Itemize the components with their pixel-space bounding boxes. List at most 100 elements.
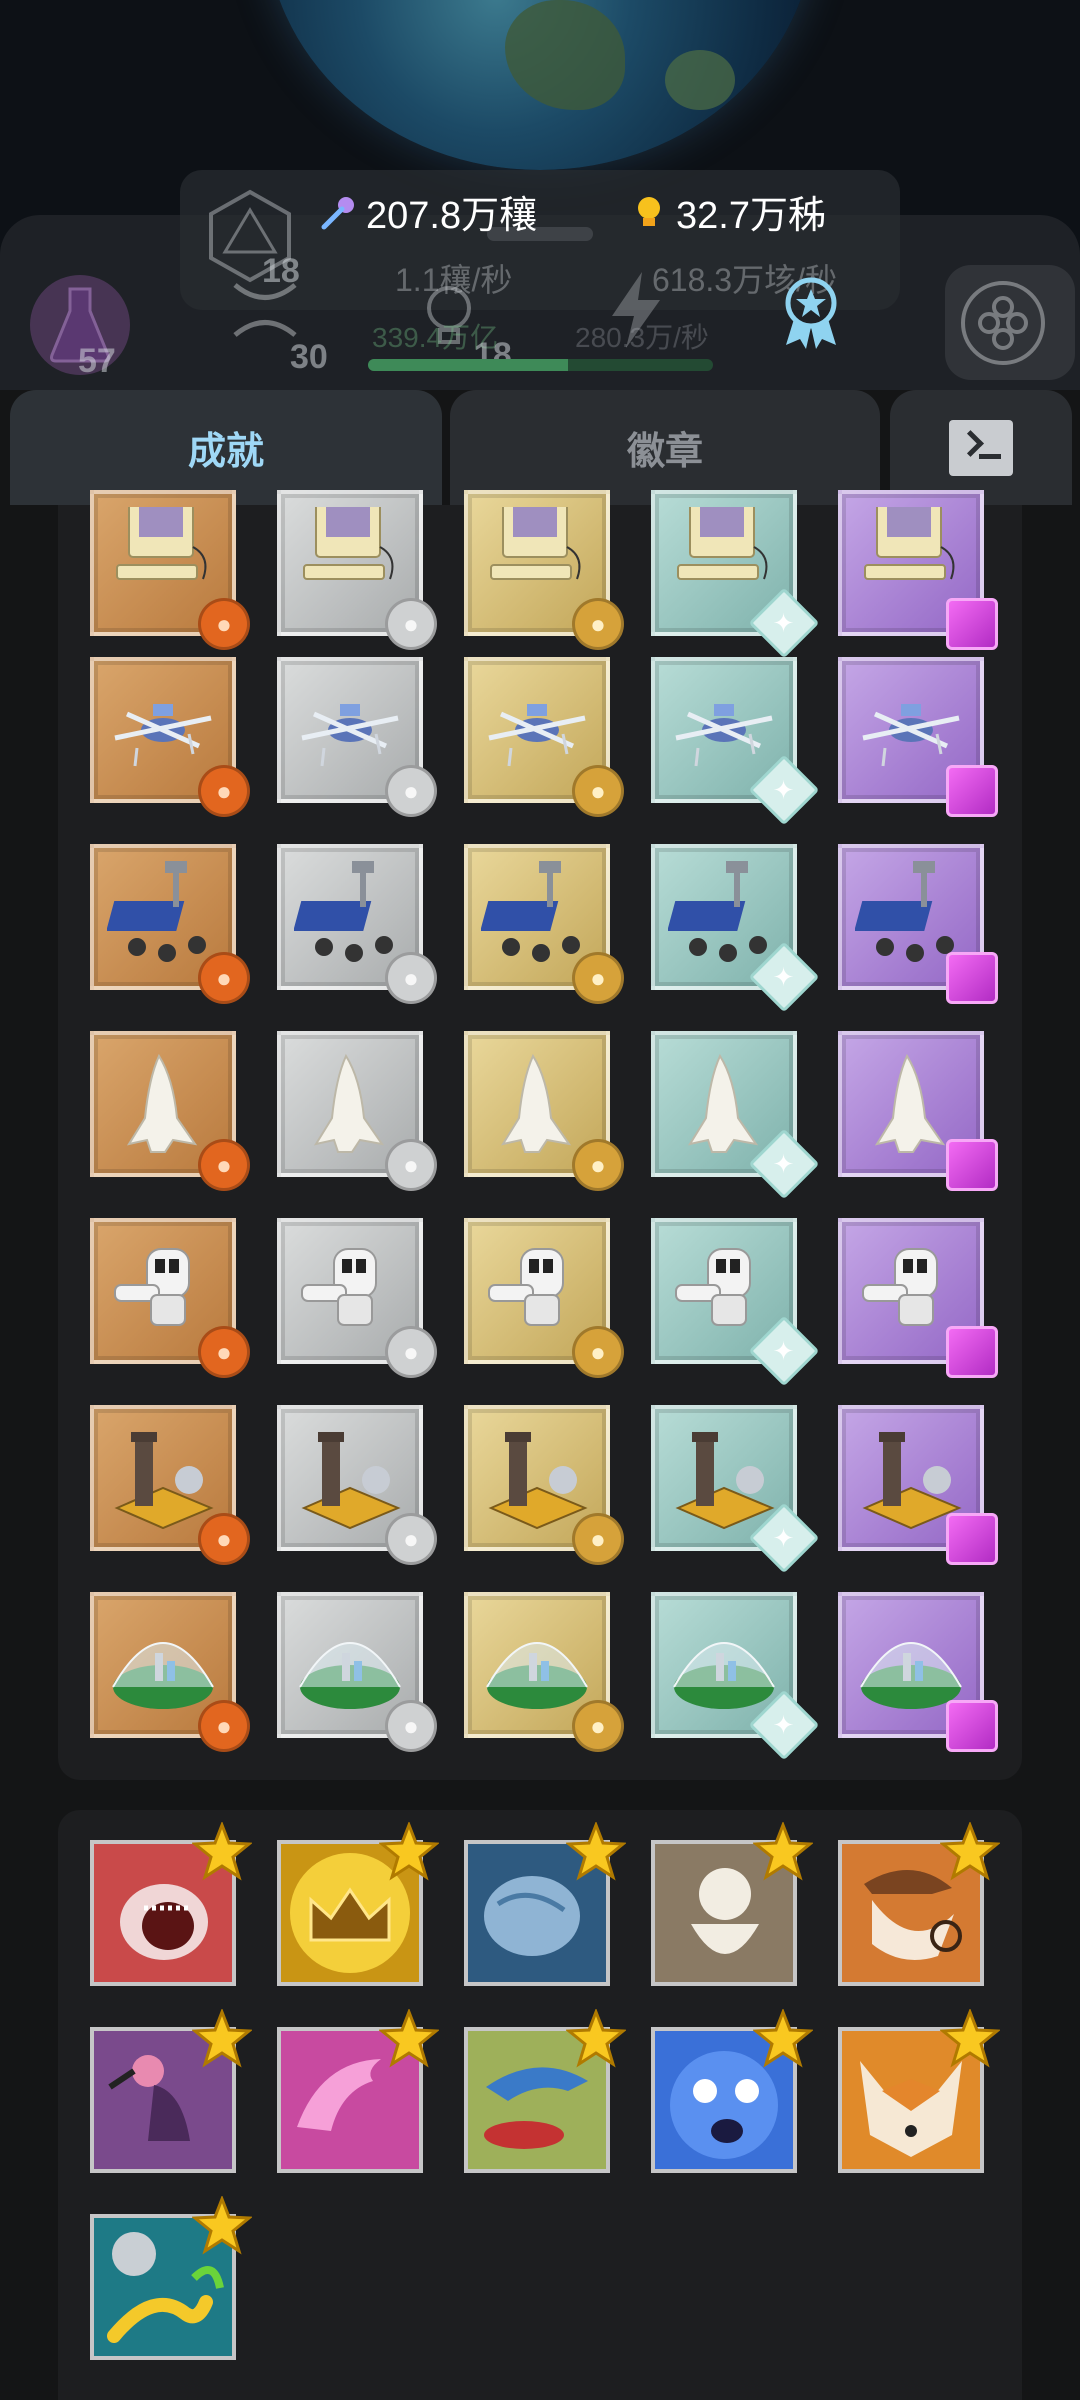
star-icon xyxy=(379,1822,439,1881)
star-icon xyxy=(566,1822,626,1881)
achievement-dome-colony-diamond[interactable]: ✦ xyxy=(651,1592,820,1761)
research-amount: 207.8万穰 xyxy=(320,184,537,239)
bronze-medal-icon: ● xyxy=(198,765,250,817)
achievement-computer-purple[interactable] xyxy=(838,490,998,650)
gold-medal-icon: ● xyxy=(572,1326,624,1378)
lightbulb-icon xyxy=(638,196,660,226)
achievement-dome-colony-purple[interactable] xyxy=(838,1592,998,1752)
achievement-launch-base-gold[interactable]: ● xyxy=(464,1405,624,1565)
purple-medal-icon xyxy=(946,1513,998,1565)
bronze-medal-icon: ● xyxy=(198,1513,250,1565)
dna-count: 30 xyxy=(290,338,328,376)
achievement-dome-colony-silver[interactable]: ● xyxy=(277,1592,437,1752)
achievement-shuttle-purple[interactable] xyxy=(838,1031,998,1191)
dome-colony-icon xyxy=(299,1642,401,1709)
achievement-computer-bronze[interactable]: ● xyxy=(90,490,250,650)
hex-menu-button[interactable] xyxy=(945,265,1075,380)
astronaut-icon xyxy=(675,1248,751,1326)
achievement-astronaut-silver[interactable]: ● xyxy=(277,1218,437,1378)
achievement-shuttle-bronze[interactable]: ● xyxy=(90,1031,250,1191)
gold-medal-icon: ● xyxy=(572,598,624,650)
rover-icon xyxy=(294,861,393,962)
badge-shark[interactable] xyxy=(90,1822,252,1986)
purple-medal-icon xyxy=(946,1700,998,1752)
flask-count: 57 xyxy=(78,342,116,380)
launch-base-icon xyxy=(675,1432,775,1530)
idea-amount: 32.7万秭 xyxy=(630,184,826,239)
badge-crown[interactable] xyxy=(277,1822,439,1986)
achievement-computer-silver[interactable]: ● xyxy=(277,490,437,650)
badge-blue-creature[interactable] xyxy=(651,2009,813,2173)
launch-base-icon xyxy=(301,1432,401,1530)
badge-detective-dino[interactable] xyxy=(838,1822,1000,1986)
achievement-astronaut-bronze[interactable]: ● xyxy=(90,1218,250,1378)
gold-medal-icon: ● xyxy=(572,1139,624,1191)
comet-icon xyxy=(321,196,354,229)
badge-dino-bird[interactable] xyxy=(464,2009,626,2173)
achievement-launch-base-bronze[interactable]: ● xyxy=(90,1405,250,1565)
achievement-shuttle-silver[interactable]: ● xyxy=(277,1031,437,1191)
achievement-drone-bronze[interactable]: ● xyxy=(90,657,250,817)
achievement-rover-diamond[interactable]: ✦ xyxy=(651,844,820,1013)
gold-medal-icon: ● xyxy=(572,1700,624,1752)
achievement-dome-colony-gold[interactable]: ● xyxy=(464,1592,624,1752)
dome-colony-icon xyxy=(673,1642,775,1709)
achievement-rover-purple[interactable] xyxy=(838,844,998,1004)
rover-icon xyxy=(668,861,767,962)
silver-medal-icon: ● xyxy=(385,1700,437,1752)
achievement-astronaut-purple[interactable] xyxy=(838,1218,998,1378)
achievement-astronaut-gold[interactable]: ● xyxy=(464,1218,624,1378)
achievement-astronaut-diamond[interactable]: ✦ xyxy=(651,1218,820,1387)
shuttle-icon xyxy=(126,1053,198,1153)
achievement-rover-silver[interactable]: ● xyxy=(277,844,437,1004)
achievement-rover-gold[interactable]: ● xyxy=(464,844,624,1004)
dna-icon[interactable] xyxy=(225,275,305,345)
badge-dolphin[interactable] xyxy=(277,2009,439,2173)
shuttle-icon xyxy=(500,1053,572,1153)
badge-darwin[interactable] xyxy=(651,1822,813,1986)
achievement-rover-bronze[interactable]: ● xyxy=(90,844,250,1004)
achievement-dome-colony-bronze[interactable]: ● xyxy=(90,1592,250,1752)
dome-colony-icon xyxy=(112,1642,214,1709)
star-icon xyxy=(753,2009,813,2068)
silver-medal-icon: ● xyxy=(385,1139,437,1191)
achievement-launch-base-purple[interactable] xyxy=(838,1405,998,1565)
astronaut-icon xyxy=(488,1248,564,1326)
badge-fist[interactable] xyxy=(464,1822,626,1986)
badge-fox[interactable] xyxy=(838,2009,1000,2173)
launch-base-icon xyxy=(488,1432,588,1530)
tab-bar: 成就 徽章 xyxy=(0,390,1080,505)
achievement-computer-gold[interactable]: ● xyxy=(464,490,624,650)
rover-icon xyxy=(481,861,580,962)
star-icon xyxy=(192,2196,252,2255)
achievements-panel: ● ● ● ✦ ● ● ● ✦ ● ● ● ✦ ● ● ● ✦ ● ● ● ✦ … xyxy=(58,490,1022,1780)
achievement-computer-diamond[interactable]: ✦ xyxy=(651,490,820,659)
star-icon xyxy=(940,1822,1000,1881)
badge-worms[interactable] xyxy=(90,2196,252,2360)
achievement-shuttle-gold[interactable]: ● xyxy=(464,1031,624,1191)
achievement-launch-base-diamond[interactable]: ✦ xyxy=(651,1405,820,1574)
terminal-icon xyxy=(949,419,1013,476)
drone-icon xyxy=(675,704,773,767)
purple-medal-icon xyxy=(946,765,998,817)
badge-bird[interactable] xyxy=(90,2009,252,2173)
achievement-launch-base-silver[interactable]: ● xyxy=(277,1405,437,1565)
achievement-shuttle-diamond[interactable]: ✦ xyxy=(651,1031,820,1200)
tab-badges[interactable]: 徽章 xyxy=(450,390,880,505)
drone-icon xyxy=(301,704,399,767)
progress-bar xyxy=(368,359,713,371)
badges-panel xyxy=(58,1810,1022,2400)
achievement-drone-silver[interactable]: ● xyxy=(277,657,437,817)
tab-terminal[interactable] xyxy=(890,390,1072,505)
achievement-drone-diamond[interactable]: ✦ xyxy=(651,657,820,826)
silver-medal-icon: ● xyxy=(385,952,437,1004)
purple-medal-icon xyxy=(946,1326,998,1378)
achievement-ribbon-icon[interactable] xyxy=(780,275,842,349)
achievement-drone-purple[interactable] xyxy=(838,657,998,817)
gold-medal-icon: ● xyxy=(572,952,624,1004)
purple-medal-icon xyxy=(946,598,998,650)
tab-achievements[interactable]: 成就 xyxy=(10,390,442,505)
idea-amount-text: 32.7万秭 xyxy=(676,195,826,237)
bronze-medal-icon: ● xyxy=(198,1326,250,1378)
achievement-drone-gold[interactable]: ● xyxy=(464,657,624,817)
